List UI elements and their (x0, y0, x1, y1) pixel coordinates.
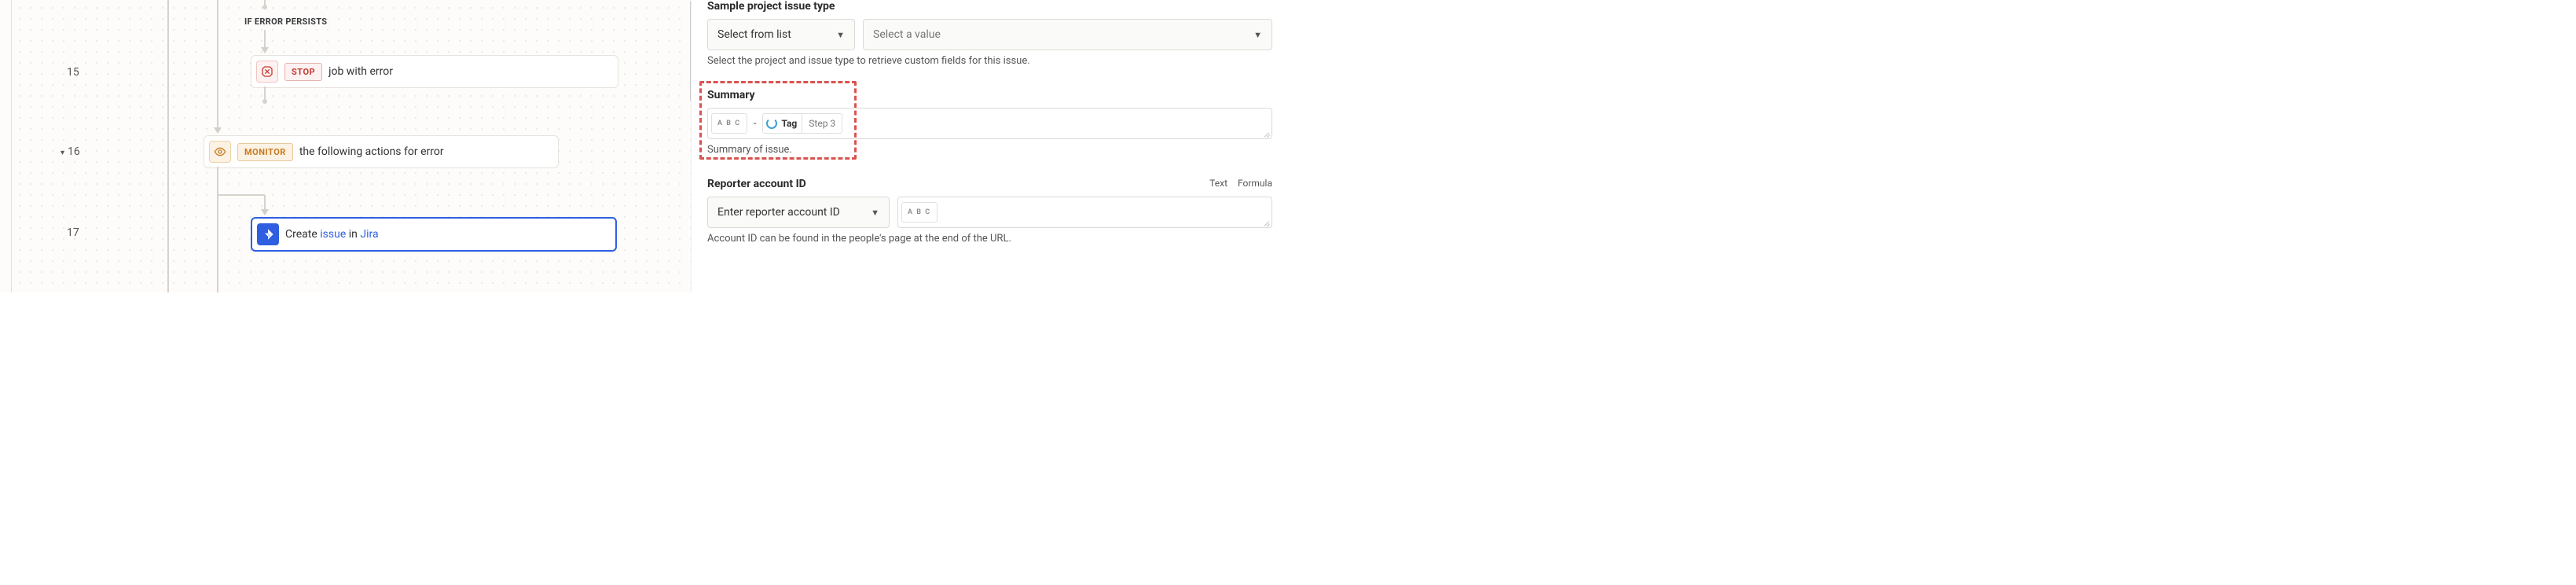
spinner-icon (766, 118, 777, 129)
stop-badge: STOP (284, 63, 322, 81)
panel-scrollbar[interactable] (1296, 0, 1301, 292)
reporter-mode-select[interactable]: Enter reporter account ID ▼ (707, 197, 890, 228)
connector-dot (262, 5, 267, 9)
field-label: Summary (707, 89, 1272, 101)
chevron-down-icon: ▼ (871, 208, 879, 218)
field-help: Select the project and issue type to ret… (707, 55, 1272, 67)
workflow-canvas[interactable]: 15 16 17 IF ERROR PERSISTS STOP job with… (12, 0, 691, 292)
step-number: 15 (67, 66, 79, 79)
abc-chip[interactable]: A B C (901, 202, 938, 223)
issue-link[interactable]: issue (320, 228, 346, 241)
step-number: 17 (67, 226, 79, 239)
step-text: job with error (328, 65, 393, 78)
abc-chip[interactable]: A B C (711, 113, 747, 134)
window-left-rail (0, 0, 12, 292)
step-number[interactable]: 16 (61, 145, 80, 158)
tag-chip[interactable]: Tag Step 3 (762, 113, 842, 134)
resize-handle[interactable] (1262, 218, 1270, 226)
select-text: Enter reporter account ID (717, 206, 840, 219)
step-text: the following actions for error (299, 145, 444, 158)
reporter-input[interactable]: A B C (897, 197, 1272, 228)
tag-step: Step 3 (802, 114, 842, 133)
minus-text: - (752, 117, 758, 130)
chevron-down-icon: ▼ (1253, 30, 1262, 40)
field-label: Reporter account ID (707, 178, 1272, 190)
connector (264, 30, 266, 49)
stop-icon (256, 61, 278, 83)
connector-dot (262, 99, 267, 104)
select-placeholder: Select a value (873, 28, 941, 41)
select-text: Select from list (717, 28, 791, 41)
connector (217, 0, 218, 129)
connector-arrow-icon (261, 47, 269, 53)
jira-icon (257, 223, 279, 245)
jira-link[interactable]: Jira (360, 228, 378, 241)
issue-type-mode-select[interactable]: Select from list ▼ (707, 19, 855, 50)
field-issue-type: Sample project issue type Select from li… (707, 0, 1272, 67)
field-help: Account ID can be found in the people's … (707, 233, 1272, 245)
chevron-down-icon: ▼ (836, 30, 845, 40)
config-panel: Sample project issue type Select from li… (691, 0, 1288, 292)
input-mode-tabs: Text Formula (1202, 178, 1272, 189)
field-reporter: Reporter account ID Text Formula Enter r… (707, 178, 1272, 245)
nesting-bracket (167, 0, 175, 292)
window-scrollbar[interactable] (1282, 0, 1287, 292)
field-help: Summary of issue. (707, 144, 1272, 156)
connector-arrow-icon (261, 209, 269, 215)
branch-label: IF ERROR PERSISTS (244, 17, 327, 27)
step-text: Create issue in Jira (285, 228, 379, 241)
monitor-badge: MONITOR (237, 143, 293, 161)
monitor-icon (209, 141, 231, 163)
resize-handle[interactable] (1262, 129, 1270, 137)
page-root: 15 16 17 IF ERROR PERSISTS STOP job with… (0, 0, 1288, 292)
step-jira-card[interactable]: Create issue in Jira (251, 217, 617, 252)
field-summary: Summary A B C - Tag Step 3 Summary of is… (707, 89, 1272, 156)
step-monitor-card[interactable]: MONITOR the following actions for error (204, 135, 559, 168)
issue-type-value-select[interactable]: Select a value ▼ (863, 19, 1272, 50)
tag-label: Tag (781, 118, 802, 129)
field-label: Sample project issue type (707, 0, 1272, 13)
tab-text[interactable]: Text (1209, 178, 1227, 189)
step-stop-card[interactable]: STOP job with error (251, 55, 618, 88)
connector-h (217, 194, 265, 196)
tab-formula[interactable]: Formula (1238, 178, 1272, 189)
summary-input[interactable]: A B C - Tag Step 3 (707, 108, 1272, 139)
connector (217, 167, 218, 292)
connector-arrow-icon (214, 127, 222, 134)
